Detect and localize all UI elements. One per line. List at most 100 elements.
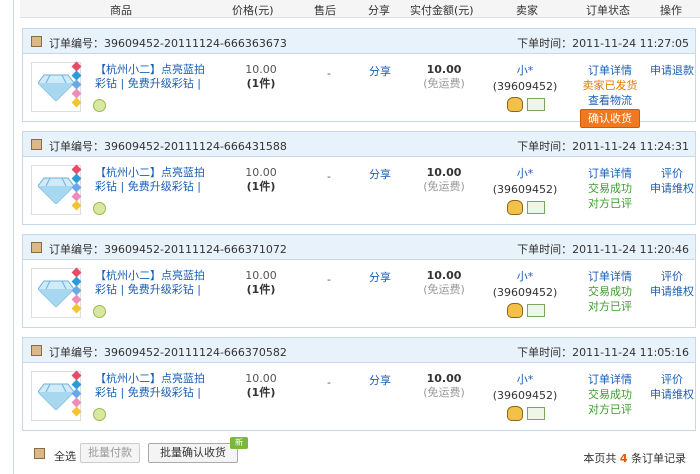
complaint-link[interactable]: 申请维权	[647, 181, 697, 196]
order-status-cell: 订单详情 交易成功 对方已评	[573, 372, 647, 417]
seller-name-link[interactable]: 小*	[485, 372, 565, 388]
price-value: 10.00	[245, 63, 277, 76]
col-ops: 操作	[660, 4, 682, 17]
order-header: 订单编号：39609452-20111124-666370582 下单时间：20…	[23, 338, 695, 363]
shipping-note: (免运费)	[423, 386, 465, 399]
after-sale-cell: -	[327, 170, 331, 183]
amount-value: 10.00	[426, 269, 462, 282]
gem-stack-icon	[71, 370, 83, 422]
seller-name-link[interactable]: 小*	[485, 269, 565, 285]
select-all-label[interactable]: 全选	[54, 448, 76, 464]
complaint-link[interactable]: 申请维权	[647, 284, 697, 299]
select-all-checkbox[interactable]	[34, 448, 45, 459]
share-link[interactable]: 分享	[363, 166, 397, 182]
order-detail-link[interactable]: 订单详情	[573, 269, 647, 284]
seller-id: (39609452)	[492, 80, 558, 93]
gem-stack-icon	[71, 61, 83, 113]
batch-confirm-button[interactable]: 批量确认收货	[148, 443, 238, 463]
qq-icon[interactable]	[507, 200, 523, 215]
order-checkbox[interactable]	[31, 36, 42, 47]
operations-cell: 评价 申请维权	[647, 166, 697, 196]
seller-name-link[interactable]: 小*	[485, 166, 565, 182]
confirm-receipt-button[interactable]: 确认收货	[580, 109, 640, 128]
qq-icon[interactable]	[507, 303, 523, 318]
order-status-text: 卖家已发货	[582, 79, 638, 92]
seller-icons	[507, 303, 547, 319]
order-status-cell: 订单详情 卖家已发货 查看物流 确认收货	[573, 63, 647, 128]
gem-icon	[71, 406, 82, 417]
order-number: 订单编号：39609452-20111124-666363673	[49, 37, 287, 50]
order-status-text: 交易成功	[588, 182, 632, 195]
rate-link[interactable]: 评价	[647, 269, 697, 284]
share-link[interactable]: 分享	[363, 269, 397, 285]
col-status: 订单状态	[586, 4, 630, 17]
product-name-link[interactable]: 【杭州小二】点亮蓝拍彩钻 | 免费升级彩钻 |	[95, 269, 215, 297]
business-card-icon[interactable]	[527, 201, 545, 214]
order-status-text: 对方已评	[588, 403, 632, 416]
shipping-note: (免运费)	[423, 77, 465, 90]
qq-icon[interactable]	[507, 406, 523, 421]
order-checkbox[interactable]	[31, 345, 42, 356]
product-name-link[interactable]: 【杭州小二】点亮蓝拍彩钻 | 免费升级彩钻 |	[95, 63, 215, 91]
order-number: 订单编号：39609452-20111124-666370582	[49, 346, 287, 359]
amount-value: 10.00	[426, 372, 462, 385]
price-cell: 10.00 (1件)	[233, 269, 289, 297]
after-sale-cell: -	[327, 67, 331, 80]
gem-stack-icon	[71, 164, 83, 216]
amount-cell: 10.00 (免运费)	[409, 372, 479, 400]
order-time: 下单时间：2011-11-24 11:05:16	[517, 346, 689, 359]
summary-count: 4	[619, 452, 628, 465]
business-card-icon[interactable]	[527, 98, 545, 111]
order-count-summary: 本页共 4 条订单记录	[583, 450, 686, 466]
order-detail-link[interactable]: 订单详情	[573, 63, 647, 78]
seller-icons	[507, 406, 547, 422]
summary-prefix: 本页共	[583, 452, 617, 465]
product-name-link[interactable]: 【杭州小二】点亮蓝拍彩钻 | 免费升级彩钻 |	[95, 372, 215, 400]
wangwang-icon[interactable]	[93, 305, 106, 318]
qq-icon[interactable]	[507, 97, 523, 112]
seller-icons	[507, 200, 547, 216]
amount-cell: 10.00 (免运费)	[409, 63, 479, 91]
seller-cell: 小* (39609452)	[485, 269, 565, 318]
quantity: (1件)	[246, 180, 276, 193]
share-link[interactable]: 分享	[363, 63, 397, 79]
order-card: 订单编号：39609452-20111124-666431588 下单时间：20…	[22, 131, 696, 225]
quantity: (1件)	[246, 283, 276, 296]
rate-link[interactable]: 评价	[647, 166, 697, 181]
order-number: 订单编号：39609452-20111124-666371072	[49, 243, 287, 256]
seller-cell: 小* (39609452)	[485, 166, 565, 215]
col-seller: 卖家	[516, 4, 538, 17]
view-logistics-link[interactable]: 查看物流	[573, 93, 647, 108]
amount-value: 10.00	[426, 166, 462, 179]
seller-id: (39609452)	[492, 286, 558, 299]
order-status-text: 交易成功	[588, 285, 632, 298]
order-checkbox[interactable]	[31, 242, 42, 253]
price-cell: 10.00 (1件)	[233, 63, 289, 91]
seller-name-link[interactable]: 小*	[485, 63, 565, 79]
seller-cell: 小* (39609452)	[485, 63, 565, 112]
business-card-icon[interactable]	[527, 407, 545, 420]
order-checkbox[interactable]	[31, 139, 42, 150]
seller-id: (39609452)	[492, 183, 558, 196]
order-detail-link[interactable]: 订单详情	[573, 372, 647, 387]
seller-id: (39609452)	[492, 389, 558, 402]
wangwang-icon[interactable]	[93, 202, 106, 215]
product-name-link[interactable]: 【杭州小二】点亮蓝拍彩钻 | 免费升级彩钻 |	[95, 166, 215, 194]
batch-pay-button[interactable]: 批量付款	[80, 443, 140, 463]
business-card-icon[interactable]	[527, 304, 545, 317]
shipping-note: (免运费)	[423, 180, 465, 193]
order-detail-link[interactable]: 订单详情	[573, 166, 647, 181]
operations-cell: 申请退款	[647, 63, 697, 78]
col-after-sale: 售后	[314, 4, 336, 17]
complaint-link[interactable]: 申请维权	[647, 387, 697, 402]
col-goods: 商品	[110, 4, 132, 17]
share-link[interactable]: 分享	[363, 372, 397, 388]
diamond-icon	[38, 383, 74, 410]
operations-cell: 评价 申请维权	[647, 269, 697, 299]
order-status-text: 对方已评	[588, 300, 632, 313]
wangwang-icon[interactable]	[93, 408, 106, 421]
rate-link[interactable]: 评价	[647, 372, 697, 387]
col-price: 价格(元)	[232, 4, 274, 17]
refund-link[interactable]: 申请退款	[647, 63, 697, 78]
wangwang-icon[interactable]	[93, 99, 106, 112]
